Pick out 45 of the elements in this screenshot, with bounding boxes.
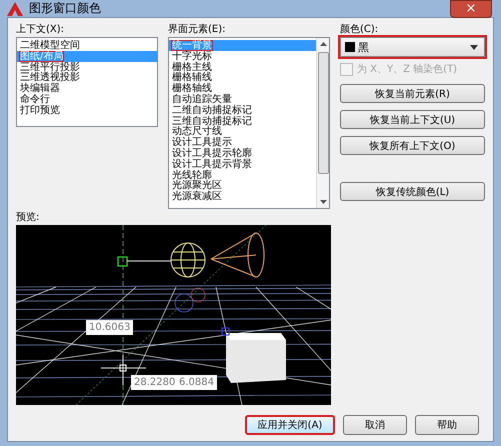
scroll-thumb[interactable] xyxy=(318,52,328,174)
dialog-button[interactable]: 应用并关闭(A) xyxy=(245,415,335,435)
scroll-up-icon[interactable] xyxy=(318,41,328,47)
context-item[interactable]: 二维模型空间 xyxy=(17,40,157,51)
checkbox-label: 为 X、Y、Z 轴染色(T) xyxy=(357,62,458,76)
context-item[interactable]: 三维透视投影 xyxy=(17,72,157,84)
dialog-button[interactable]: 取消 xyxy=(343,415,407,435)
window-title: 图形窗口颜色 xyxy=(29,0,101,17)
restore-button[interactable]: 恢复当前元素(R) xyxy=(340,84,485,103)
dimension-tooltip: 6.0884 xyxy=(176,375,217,390)
context-item[interactable]: 块编辑器 xyxy=(17,83,157,94)
elements-label: 界面元素(E): xyxy=(168,24,226,36)
context-item[interactable]: 打印预览 xyxy=(17,104,157,116)
element-item[interactable]: 设计工具提示轮廓 xyxy=(169,148,316,159)
context-item[interactable]: 三维平行投影 xyxy=(17,62,157,72)
scroll-down-icon[interactable] xyxy=(318,199,328,205)
element-item[interactable]: 光源衰减区 xyxy=(169,191,316,202)
element-item[interactable]: 栅格主线 xyxy=(169,62,316,72)
scrollbar[interactable] xyxy=(316,38,329,208)
element-item[interactable]: 设计工具提示背景 xyxy=(169,158,316,170)
restore-button[interactable]: 恢复所有上下文(O) xyxy=(340,136,485,155)
color-swatch xyxy=(345,42,355,52)
color-value: 黑 xyxy=(358,40,370,54)
element-item[interactable]: 自动追踪矢量 xyxy=(169,94,316,105)
context-label: 上下文(X): xyxy=(16,24,66,36)
element-item[interactable]: 光源聚光区 xyxy=(169,180,316,192)
color-dropdown[interactable]: 黑 xyxy=(340,37,485,57)
context-item[interactable]: 命令行 xyxy=(17,94,157,105)
dimension-tooltip: 28.2280 xyxy=(131,375,178,390)
restore-button[interactable]: 恢复传统颜色(L) xyxy=(340,182,485,201)
element-item[interactable]: 光线轮廓 xyxy=(169,170,316,180)
close-button[interactable]: × xyxy=(450,0,492,18)
element-item[interactable]: 栅格辅线 xyxy=(169,72,316,84)
element-item[interactable]: 设计工具提示 xyxy=(169,137,316,148)
element-item[interactable]: 栅格轴线 xyxy=(169,83,316,94)
dialog-button[interactable]: 帮助 xyxy=(415,415,479,435)
element-item[interactable]: 二维自动捕捉标记 xyxy=(169,104,316,116)
preview-label: 预览: xyxy=(16,212,40,224)
restore-button[interactable]: 恢复当前上下文(U) xyxy=(340,110,485,129)
caret-icon xyxy=(470,44,478,50)
element-item[interactable]: 动态尺寸线 xyxy=(169,126,316,138)
element-item[interactable]: 十字光标 xyxy=(169,50,316,62)
dimension-tooltip: 10.6063 xyxy=(86,320,134,335)
color-label: 颜色(C): xyxy=(340,24,380,36)
element-item[interactable]: 三维自动捕捉标记 xyxy=(169,116,316,126)
